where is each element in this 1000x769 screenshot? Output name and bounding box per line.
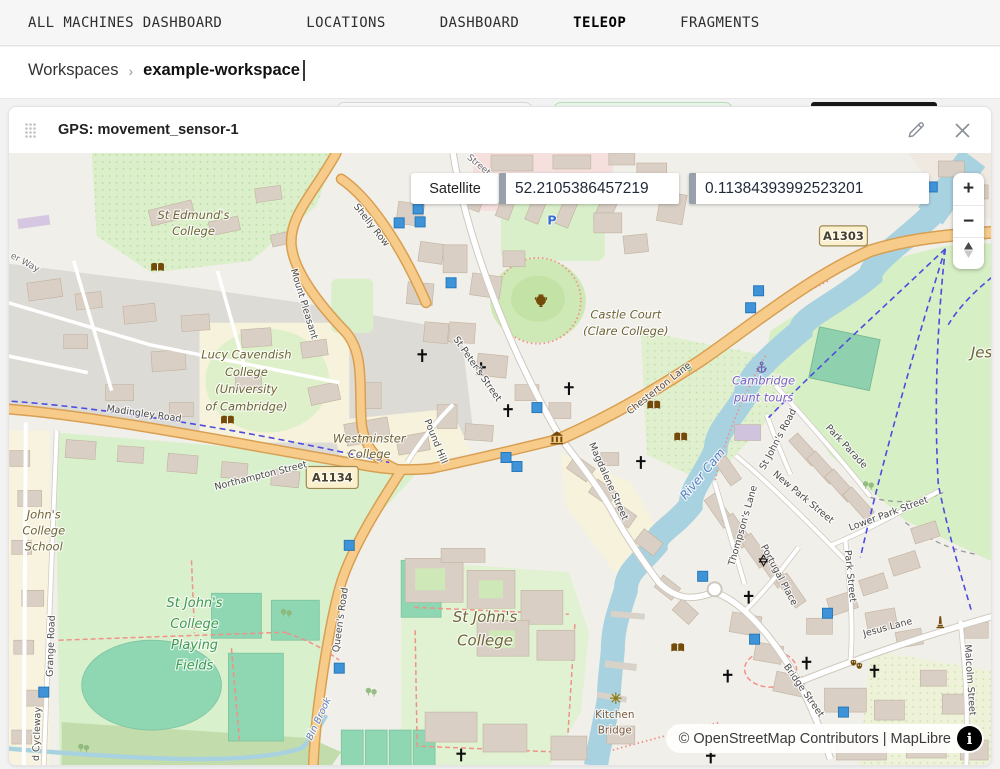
book-icon <box>221 416 234 424</box>
nav-fragments[interactable]: FRAGMENTS <box>680 15 759 31</box>
gps-point-marker[interactable] <box>750 634 760 644</box>
breadcrumb-chevron-icon: › <box>128 63 133 79</box>
gps-point-marker[interactable] <box>838 707 848 717</box>
road-ref-text: A1134 <box>312 470 353 484</box>
text-cursor <box>303 60 305 81</box>
pencil-icon <box>906 121 925 140</box>
workspace-toolbar: Workspaces › example-workspace Air Quali… <box>0 47 1000 99</box>
zoom-in-button[interactable]: + <box>953 173 984 205</box>
map-label: d Cycleway <box>31 706 44 761</box>
book-icon <box>674 433 687 441</box>
latitude-input[interactable] <box>499 173 679 204</box>
book-icon <box>151 263 164 271</box>
top-nav: ALL MACHINES DASHBOARD LOCATIONS DASHBOA… <box>0 0 1000 46</box>
gps-point-marker[interactable] <box>415 217 425 227</box>
map-attribution: © OpenStreetMap Contributors | MapLibre … <box>666 724 984 753</box>
gps-point-marker[interactable] <box>754 286 764 296</box>
zoom-out-button[interactable]: − <box>953 205 984 237</box>
compass-button[interactable] <box>953 237 984 269</box>
gps-point-marker[interactable] <box>698 571 708 581</box>
map-zoom-control: + − <box>953 173 984 269</box>
gps-point-marker[interactable] <box>501 453 511 463</box>
compass-icon <box>961 241 976 259</box>
gps-point-marker[interactable] <box>446 278 456 288</box>
app-root: ALL MACHINES DASHBOARD LOCATIONS DASHBOA… <box>0 0 1000 769</box>
viewpoint-icon <box>611 693 621 703</box>
close-icon <box>954 122 971 139</box>
workspace-name-field[interactable]: example-workspace <box>143 61 300 80</box>
road-ref-text: A1303 <box>823 229 864 243</box>
gps-widget-card: GPS: movement_sensor-1 <box>8 106 992 766</box>
gps-point-marker[interactable] <box>532 403 542 413</box>
map-label: John'sCollegeSchool <box>22 507 65 553</box>
info-icon[interactable]: i <box>957 726 982 751</box>
parking-icon <box>547 213 556 228</box>
book-icon <box>671 643 684 651</box>
gps-point-marker[interactable] <box>413 204 423 214</box>
breadcrumb: Workspaces › example-workspace <box>28 60 305 81</box>
map-label: Jesus <box>968 344 991 362</box>
nav-locations[interactable]: LOCATIONS <box>306 15 385 31</box>
gps-point-marker[interactable] <box>822 608 832 618</box>
nav-dashboard[interactable]: DASHBOARD <box>440 15 519 31</box>
satellite-toggle-button[interactable]: Satellite <box>411 173 499 204</box>
close-widget-button[interactable] <box>952 120 973 141</box>
edit-widget-button[interactable] <box>904 119 927 142</box>
widget-header: GPS: movement_sensor-1 <box>9 107 991 154</box>
gps-point-marker[interactable] <box>394 218 404 228</box>
gps-point-marker[interactable] <box>39 687 49 697</box>
gps-point-marker[interactable] <box>512 461 522 471</box>
gps-point-marker[interactable] <box>334 663 344 673</box>
map-label: Grange Road <box>45 615 58 677</box>
map-container[interactable]: P <box>9 153 991 766</box>
widget-title: GPS: movement_sensor-1 <box>58 122 239 138</box>
breadcrumb-workspaces[interactable]: Workspaces <box>28 61 118 80</box>
nav-teleop[interactable]: TELEOP <box>573 15 626 31</box>
drag-handle-icon[interactable] <box>24 122 37 139</box>
longitude-input[interactable] <box>689 173 929 204</box>
nav-all-machines-dashboard[interactable]: ALL MACHINES DASHBOARD <box>28 15 222 31</box>
gps-point-marker[interactable] <box>746 303 756 313</box>
attribution-text: © OpenStreetMap Contributors | MapLibre <box>679 731 951 747</box>
gps-point-marker[interactable] <box>344 540 354 550</box>
map-canvas: P <box>9 153 991 766</box>
